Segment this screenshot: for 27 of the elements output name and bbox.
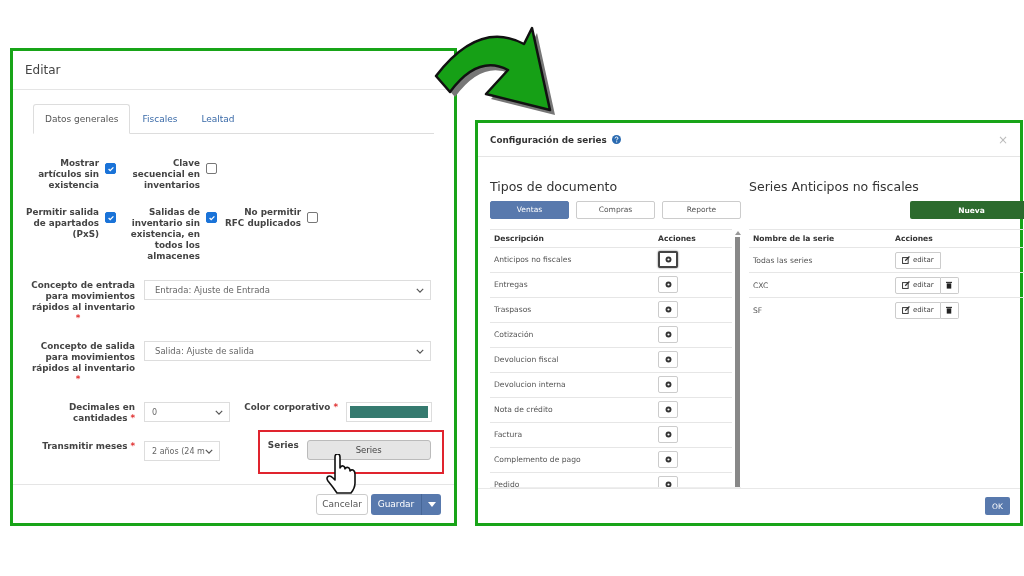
checkbox-label: Clave secuencial en inventarios [131, 158, 200, 191]
select-field[interactable]: Salida: Ajuste de salida [144, 341, 431, 361]
tab[interactable]: Fiscales [130, 104, 190, 134]
required-mark: * [75, 374, 81, 385]
select-field[interactable]: Entrada: Ajuste de Entrada [144, 280, 431, 300]
field-label: Concepto de entrada para movimientos rápidos al inventario [30, 280, 135, 313]
section-heading: Series Anticipos no fiscales [749, 179, 920, 196]
checkbox-label: Mostrar artículos sin existencia [37, 158, 99, 191]
field-label: Concepto de salida para movimientos rápidos al inventario [30, 341, 135, 374]
dialog-title: Configuración de series [490, 134, 607, 145]
checkbox-label: No permitir RFC duplicados [224, 207, 301, 229]
dialog-title: Editar [25, 63, 61, 77]
field-label: Transmitir meses * [41, 441, 135, 452]
section-heading: Tipos de documento [490, 179, 619, 196]
field-label: Series [267, 440, 299, 450]
save-button[interactable]: Guardar [371, 493, 421, 515]
select-field[interactable]: 0 [144, 402, 230, 422]
checkbox-label: Permitir salida de apartados (PxS) [25, 207, 99, 240]
select-field[interactable]: 2 años (24 m [144, 441, 220, 461]
series-button[interactable]: Series [306, 440, 431, 460]
checkbox-label: Salidas de inventario sin existencia, en todos los almacenes [129, 207, 200, 262]
field-label: Color corporativo * [243, 402, 338, 412]
cancel-button[interactable]: Cancelar [316, 493, 368, 515]
tab[interactable]: Lealtad [189, 104, 247, 134]
tab[interactable]: Datos generales [33, 104, 131, 134]
required-mark: * [75, 313, 81, 324]
field-label: Decimales en cantidades * [67, 402, 135, 424]
